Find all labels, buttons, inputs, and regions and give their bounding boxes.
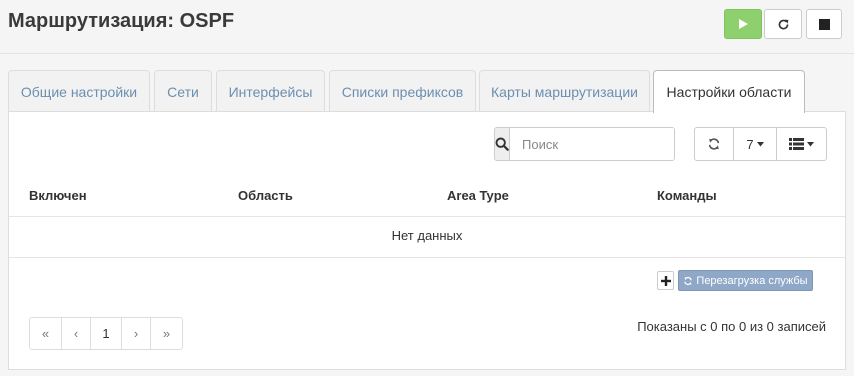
empty-table-message: Нет данных [391,228,463,243]
records-summary: Показаны с 0 по 0 из 0 записей [637,319,826,334]
tab-general-settings[interactable]: Общие настройки [8,70,150,112]
play-icon [739,19,748,29]
tab-route-maps[interactable]: Карты маршрутизации [479,70,650,112]
table-tools: 7 [694,127,827,161]
column-header-commands[interactable]: Команды [657,188,717,203]
tab-prefix-lists[interactable]: Списки префиксов [329,70,476,112]
column-header-area[interactable]: Область [238,188,293,203]
page-title: Маршрутизация: OSPF [8,10,235,32]
page-header: Маршрутизация: OSPF [0,0,854,54]
columns-dropdown[interactable] [777,128,826,160]
tab-label: Настройки области [666,84,792,100]
area-settings-panel: 7 Включен Область Area Type Команды Нет … [8,111,846,370]
add-area-button[interactable] [657,271,674,290]
search-input[interactable] [510,128,674,160]
column-header-area-type[interactable]: Area Type [447,188,509,203]
start-service-button[interactable] [724,9,762,39]
tab-label: Списки префиксов [341,83,464,100]
prev-page-button[interactable]: ‹ [62,318,91,349]
restart-service-button[interactable] [764,9,802,39]
search-group [494,127,675,161]
refresh-icon [684,276,693,285]
caret-down-icon [807,141,814,146]
tab-area-settings[interactable]: Настройки области [653,70,805,113]
stop-icon [818,18,830,30]
search-icon-addon[interactable] [495,128,510,160]
tab-networks[interactable]: Сети [154,70,212,112]
search-icon [495,137,509,151]
refresh-icon [708,138,720,150]
rows-per-page-value: 7 [746,136,754,152]
tab-label: Сети [167,83,199,100]
rows-per-page-dropdown[interactable]: 7 [734,128,777,160]
tab-label: Интерфейсы [228,83,313,100]
stop-service-button[interactable] [806,9,842,39]
refresh-icon [778,19,788,29]
last-page-button[interactable]: » [151,318,182,349]
tab-interfaces[interactable]: Интерфейсы [216,70,325,112]
reload-service-label: Перезагрузка службы [696,274,808,287]
first-page-button[interactable]: « [30,318,62,349]
refresh-table-button[interactable] [695,128,734,160]
plus-icon [660,275,671,286]
tab-bar: Общие настройки Сети Интерфейсы Списки п… [8,70,846,113]
page-1-button[interactable]: 1 [91,318,122,349]
pagination: « ‹ 1 › » [29,317,183,350]
next-page-button[interactable]: › [122,318,151,349]
caret-down-icon [756,141,764,146]
table-divider [9,216,845,217]
table-divider [9,257,845,258]
tab-label: Карты маршрутизации [491,83,638,100]
list-icon [789,138,804,150]
reload-service-button[interactable]: Перезагрузка службы [678,270,813,291]
column-header-enabled[interactable]: Включен [29,188,87,203]
tab-label: Общие настройки [20,83,138,100]
